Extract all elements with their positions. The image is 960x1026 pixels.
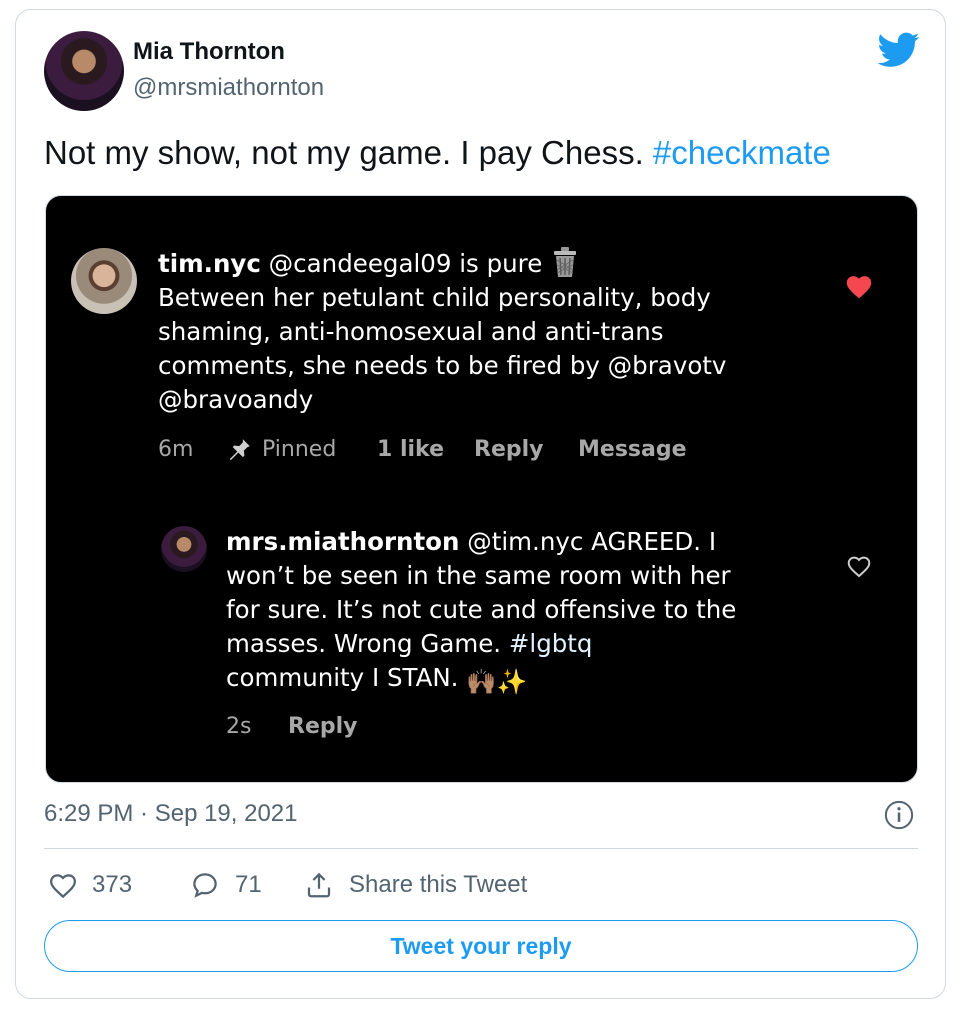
reply-count: 71 [235, 871, 262, 898]
heart-icon [847, 556, 871, 578]
info-icon[interactable] [884, 800, 914, 830]
reply-link[interactable]: Reply [474, 437, 544, 462]
heart-icon [49, 874, 77, 899]
author-avatar[interactable] [44, 31, 124, 111]
attached-screenshot[interactable]: tim.nyc @candeegal09 is pure Between her… [45, 195, 918, 783]
comment-icon [193, 873, 217, 898]
comment-text: tim.nyc @candeegal09 is pure Between her… [158, 246, 726, 417]
share-icon [307, 872, 331, 898]
share-button[interactable]: Share this Tweet [303, 865, 527, 905]
message-link[interactable]: Message [578, 437, 687, 462]
pin-icon [229, 439, 250, 461]
reply-count-button[interactable]: 71 [189, 865, 262, 905]
tweet-text: Not my show, not my game. I pay Chess. #… [44, 132, 831, 174]
author-name[interactable]: Mia Thornton [133, 38, 285, 66]
comment-line: comments, she needs to be fired by @brav… [158, 351, 727, 380]
heart-icon [846, 276, 872, 299]
tweet-reply-button[interactable]: Tweet your reply [44, 920, 918, 972]
share-label: Share this Tweet [349, 871, 528, 898]
comment-line: @candeegal09 is pure [260, 249, 543, 278]
comment-time: 2s [226, 714, 252, 739]
tweet-timestamp[interactable]: 6:29 PM · Sep 19, 2021 [44, 800, 298, 828]
tweet-actions: 373 71 Share this Tweet [0, 865, 960, 905]
like-count: 373 [92, 871, 133, 898]
comment-meta: 2s Reply [226, 714, 526, 744]
comment-line: for sure. It’s not cute and offensive to… [226, 595, 737, 624]
comment-line: won’t be seen in the same room with her [226, 561, 731, 590]
twitter-bird-icon[interactable] [878, 32, 920, 68]
author-handle[interactable]: @mrsmiathornton [133, 74, 324, 102]
comment-line: Between her petulant child personality, … [158, 283, 711, 312]
tweet-body: Not my show, not my game. I pay Chess. [44, 134, 653, 171]
like-button[interactable]: 373 [48, 865, 132, 905]
comment-line: @tim.nyc AGREED. I [459, 527, 717, 556]
pinned-label: Pinned [262, 437, 337, 462]
likes-count[interactable]: 1 like [377, 437, 444, 462]
emoji: 🙌🏽✨ [466, 667, 528, 696]
commenter-avatar [71, 248, 137, 314]
comment-line: masses. Wrong Game. [226, 629, 509, 658]
comment-username: tim.nyc [158, 249, 261, 278]
comment-text: mrs.miathornton @tim.nyc AGREED. I won’t… [226, 525, 736, 699]
comment-time: 6m [158, 437, 194, 462]
comment-line: @bravoandy [158, 385, 314, 414]
trash-icon [554, 247, 577, 277]
reply-link[interactable]: Reply [288, 714, 358, 739]
divider [44, 848, 918, 849]
comment-line: shaming, anti-homosexual and anti-trans [158, 317, 664, 346]
comment-hashtag: #lgbtq [508, 629, 593, 658]
commenter-avatar [161, 526, 207, 572]
comment-meta: 6m Pinned 1 like Reply Message [158, 437, 758, 467]
comment-username: mrs.miathornton [226, 527, 460, 556]
comment-line: community I STAN. [226, 663, 467, 692]
hashtag-link[interactable]: #checkmate [653, 134, 831, 171]
